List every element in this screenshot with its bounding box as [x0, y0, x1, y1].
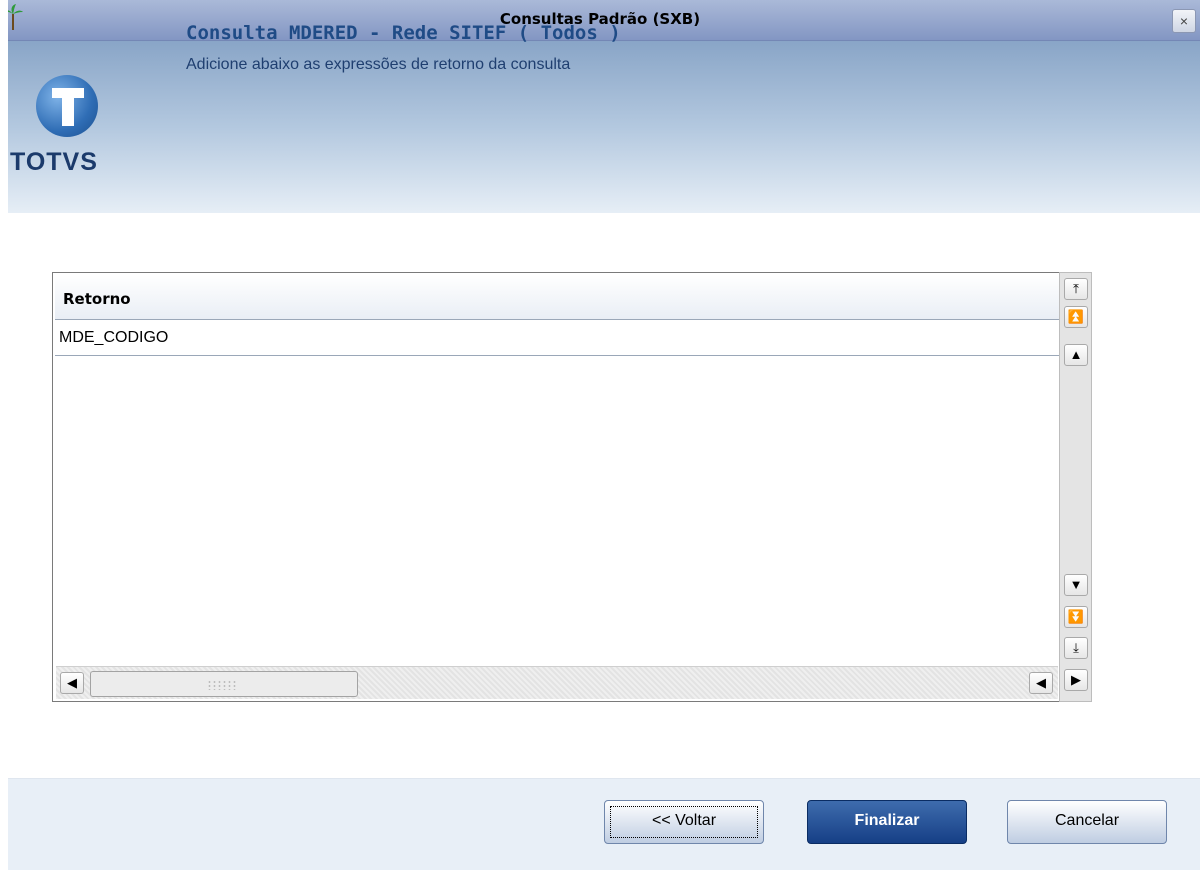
grip-icon — [207, 680, 237, 690]
close-button[interactable]: × — [1172, 9, 1196, 33]
scroll-page-up-icon[interactable]: ⏫ — [1064, 306, 1088, 328]
header-title: Consulta MDERED - Rede SITEF ( Todos ) — [186, 22, 621, 44]
scroll-left-icon[interactable]: ◀ — [60, 672, 84, 694]
cancel-button[interactable]: Cancelar — [1007, 800, 1167, 844]
totvs-logo: TOTVS — [8, 40, 128, 190]
scroll-last-icon[interactable]: ⤓ — [1064, 637, 1088, 659]
grid-body: Retorno MDE_CODIGO — [55, 275, 1059, 700]
horizontal-scroll-thumb[interactable] — [90, 671, 358, 697]
horizontal-scrollbar[interactable]: ◀ ◀ — [56, 666, 1058, 699]
scroll-left-end-icon[interactable]: ◀ — [1029, 672, 1053, 694]
return-expressions-grid[interactable]: Retorno MDE_CODIGO — [52, 272, 1092, 702]
scroll-first-icon[interactable]: ⤒ — [1064, 278, 1088, 300]
vertical-scrollbar[interactable]: ⤒ ⏫ ▲ ▼ ⏬ ⤓ ▶ — [1059, 272, 1092, 702]
column-header-label: Retorno — [63, 290, 131, 308]
table-row[interactable]: MDE_CODIGO — [55, 321, 1059, 356]
scroll-down-icon[interactable]: ▼ — [1064, 574, 1088, 596]
scroll-up-icon[interactable]: ▲ — [1064, 344, 1088, 366]
finish-button[interactable]: Finalizar — [807, 800, 967, 844]
window-left-border — [0, 0, 8, 869]
header-subtitle: Adicione abaixo as expressões de retorno… — [186, 56, 571, 73]
logo-text: TOTVS — [10, 148, 98, 176]
back-button-label: << Voltar — [651, 812, 717, 829]
scroll-page-down-icon[interactable]: ⏬ — [1064, 606, 1088, 628]
scroll-right-icon[interactable]: ▶ — [1064, 669, 1088, 691]
table-cell: MDE_CODIGO — [59, 329, 169, 346]
back-button[interactable]: << Voltar — [604, 800, 764, 844]
column-header-retorno[interactable]: Retorno — [55, 275, 1059, 320]
t-mark-icon — [52, 88, 84, 126]
